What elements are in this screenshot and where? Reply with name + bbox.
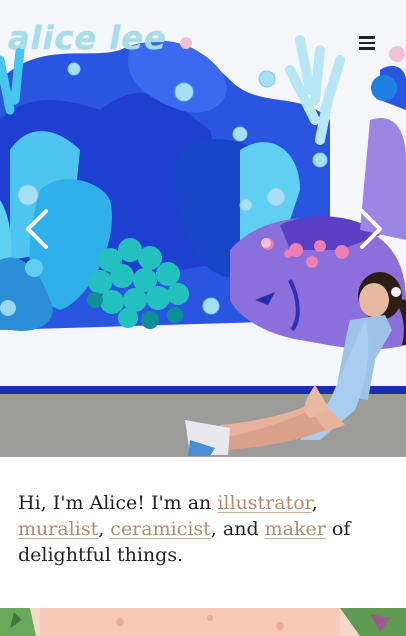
menu-bar	[359, 41, 375, 45]
intro-separator: ,	[311, 492, 318, 514]
chevron-right-icon[interactable]	[352, 207, 388, 251]
menu-bar	[359, 36, 375, 39]
hamburger-menu-icon[interactable]	[356, 32, 378, 54]
chevron-left-icon[interactable]	[20, 207, 56, 251]
link-illustrator[interactable]: illustrator	[217, 492, 311, 514]
intro-separator: , and	[210, 518, 265, 540]
hero-slider: alice lee	[0, 0, 406, 457]
intro-text: Hi, I'm Alice! I'm an	[18, 492, 218, 514]
mural-photo	[0, 0, 406, 457]
link-maker[interactable]: maker	[265, 518, 326, 540]
link-ceramicist[interactable]: ceramicist	[110, 518, 211, 540]
intro-paragraph: Hi, I'm Alice! I'm an illustrator, mural…	[18, 490, 388, 568]
menu-bar	[359, 47, 375, 50]
site-logo[interactable]: alice lee	[8, 18, 167, 58]
intro-separator: ,	[98, 518, 111, 540]
link-muralist[interactable]: muralist	[18, 518, 98, 540]
next-section-image	[0, 608, 406, 636]
